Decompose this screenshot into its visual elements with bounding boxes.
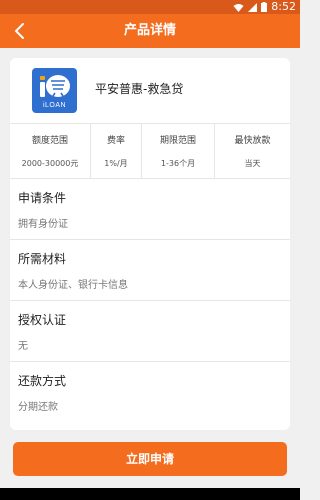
stat-label: 额度范围 bbox=[31, 136, 68, 146]
loan-logo-icon bbox=[40, 75, 70, 97]
section-value: 本人身份证、银行卡信息 bbox=[18, 280, 128, 291]
system-nav-bar bbox=[0, 488, 300, 500]
wifi-icon bbox=[233, 3, 244, 12]
product-logo: iLOAN bbox=[32, 68, 77, 113]
stat-fastest-payout: 最快放款 当天 bbox=[215, 124, 290, 178]
stat-label: 最快放款 bbox=[234, 136, 271, 146]
section-title: 授权认证 bbox=[18, 313, 67, 327]
status-time: 8:52 bbox=[271, 0, 296, 13]
stat-term-range: 期限范围 1-36个月 bbox=[142, 124, 215, 178]
section-title: 申请条件 bbox=[18, 191, 67, 205]
page-title: 产品详情 bbox=[123, 23, 176, 38]
section-value: 分期还款 bbox=[18, 402, 58, 413]
product-logo-text: iLOAN bbox=[42, 102, 67, 109]
stat-amount-range: 额度范围 2000-30000元 bbox=[10, 124, 91, 178]
stat-value: 1%/月 bbox=[104, 159, 128, 168]
app-bar: 产品详情 bbox=[0, 14, 300, 48]
section-value: 无 bbox=[18, 341, 28, 352]
status-bar: 8:52 bbox=[0, 0, 300, 14]
section-title: 所需材料 bbox=[18, 252, 67, 266]
stat-rate: 费率 1%/月 bbox=[91, 124, 142, 178]
product-detail-card: iLOAN 平安普惠-救急贷 额度范围 2000-30000元 费率 1%/月 … bbox=[10, 58, 290, 430]
battery-icon bbox=[261, 2, 268, 12]
stat-value: 当天 bbox=[244, 159, 261, 168]
section-requirements: 申请条件 拥有身份证 bbox=[10, 179, 290, 240]
stat-value: 1-36个月 bbox=[160, 159, 196, 168]
stat-value: 2000-30000元 bbox=[21, 159, 79, 168]
product-stats: 额度范围 2000-30000元 费率 1%/月 期限范围 1-36个月 最快放… bbox=[10, 124, 290, 179]
section-value: 拥有身份证 bbox=[18, 219, 68, 230]
apply-now-button[interactable]: 立即申请 bbox=[13, 442, 287, 476]
section-title: 还款方式 bbox=[18, 374, 67, 388]
product-name: 平安普惠-救急贷 bbox=[95, 82, 184, 96]
signal-icon bbox=[248, 2, 258, 12]
section-authorization: 授权认证 无 bbox=[10, 301, 290, 362]
product-header: iLOAN 平安普惠-救急贷 bbox=[10, 58, 290, 124]
section-materials: 所需材料 本人身份证、银行卡信息 bbox=[10, 240, 290, 301]
section-repayment: 还款方式 分期还款 bbox=[10, 362, 290, 422]
stat-label: 费率 bbox=[106, 136, 125, 146]
stat-label: 期限范围 bbox=[159, 136, 196, 146]
